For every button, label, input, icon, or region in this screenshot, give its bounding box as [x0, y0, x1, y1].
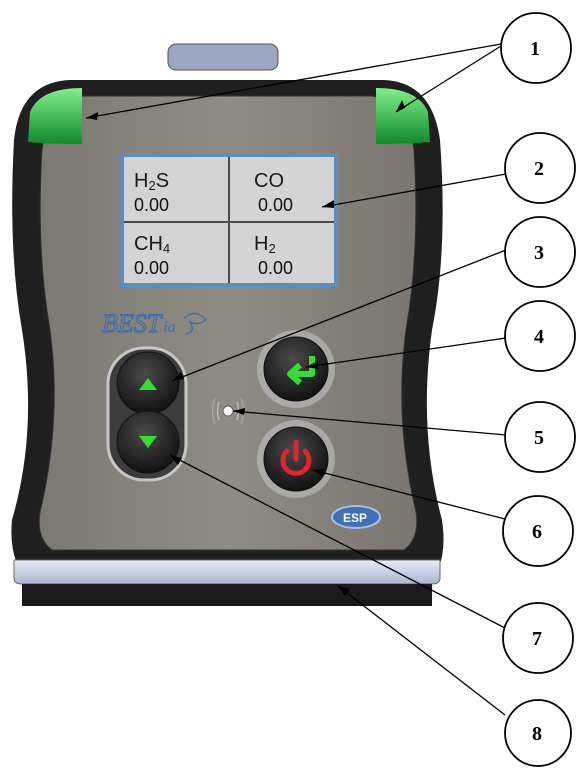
callout-1: 1	[500, 12, 572, 84]
up-button[interactable]	[116, 351, 180, 415]
callout-2: 2	[504, 132, 576, 204]
bottom-light-strip	[13, 559, 441, 585]
gas-detector-diagram: H2S 0.00 CO 0.00 CH4 0.00 H2 0.00 BEST ia	[11, 12, 576, 767]
callout-3: 3	[504, 216, 576, 288]
gas-value-h2s: 0.00	[134, 195, 169, 215]
enter-button[interactable]	[257, 330, 335, 408]
power-button[interactable]	[257, 420, 335, 498]
gas-name-co: CO	[254, 170, 284, 192]
gas-value-h2: 0.00	[258, 258, 293, 278]
svg-text:7: 7	[532, 628, 542, 650]
callout-6: 6	[502, 495, 574, 567]
svg-text:2: 2	[534, 158, 544, 180]
svg-text:ESP: ESP	[343, 511, 367, 525]
svg-text:3: 3	[534, 242, 544, 264]
gas-value-ch4: 0.00	[134, 258, 169, 278]
callout-4: 4	[504, 300, 576, 372]
svg-text:8: 8	[532, 723, 542, 745]
down-button[interactable]	[116, 410, 180, 474]
gas-value-co: 0.00	[258, 195, 293, 215]
svg-text:1: 1	[530, 38, 540, 60]
esp-badge: ESP	[331, 505, 381, 529]
svg-text:5: 5	[534, 427, 544, 449]
svg-text:6: 6	[532, 521, 542, 543]
svg-text:4: 4	[534, 326, 544, 348]
bottom-cap	[22, 584, 432, 606]
callout-7: 7	[502, 602, 574, 674]
callout-8: 8	[504, 699, 572, 767]
belt-clip	[167, 43, 279, 71]
callout-5: 5	[504, 401, 576, 473]
